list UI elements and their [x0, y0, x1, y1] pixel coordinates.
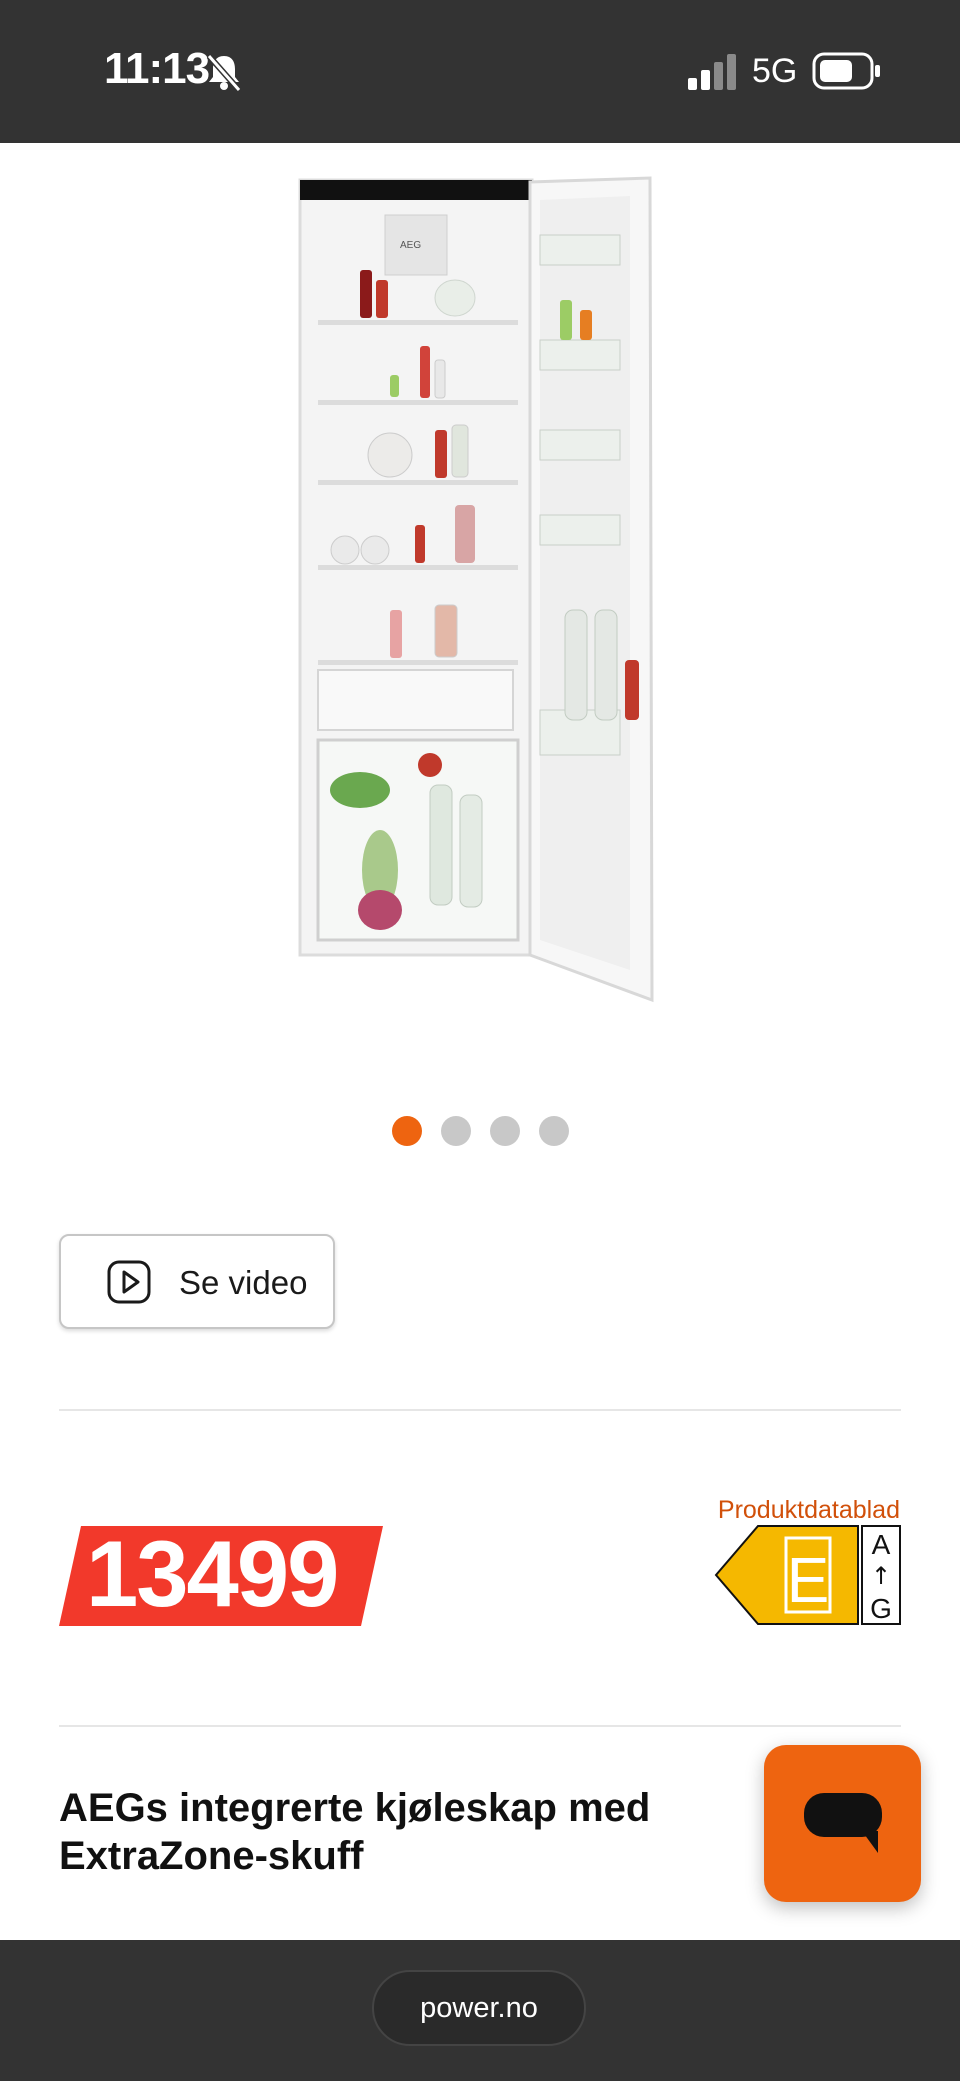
energy-range-top: A — [872, 1529, 891, 1560]
energy-range-bottom: G — [870, 1593, 892, 1624]
product-image[interactable]: AEG — [290, 170, 670, 1010]
play-icon — [107, 1260, 151, 1304]
chat-bubble-icon — [804, 1793, 882, 1853]
battery-icon — [812, 52, 880, 90]
product-title: AEGs integrerte kjøleskap med ExtraZone-… — [59, 1786, 651, 1878]
product-datasheet-link[interactable]: Produktdatablad — [718, 1496, 900, 1525]
bell-muted-icon — [206, 54, 242, 92]
energy-class-label[interactable]: E A ↑ G — [714, 1524, 902, 1626]
signal-icon — [688, 54, 736, 90]
status-time: 11:13 — [104, 44, 210, 93]
see-video-button[interactable]: Se video — [59, 1234, 335, 1329]
energy-range-arrow: ↑ — [871, 1562, 891, 1590]
carousel-dot-2[interactable] — [441, 1116, 471, 1146]
chat-button[interactable] — [764, 1745, 921, 1902]
price: 13499 — [86, 1521, 339, 1626]
network-label: 5G — [752, 52, 798, 90]
energy-class: E — [787, 1544, 830, 1616]
divider — [59, 1409, 901, 1411]
url-bar[interactable]: power.no — [372, 1970, 586, 2046]
carousel-dot-3[interactable] — [490, 1116, 520, 1146]
carousel-dots — [392, 1116, 569, 1146]
browser-bar: power.no — [0, 1940, 960, 2081]
carousel-dot-4[interactable] — [539, 1116, 569, 1146]
see-video-label: Se video — [179, 1264, 308, 1301]
svg-text:AEG: AEG — [400, 240, 421, 251]
divider — [59, 1725, 901, 1727]
carousel-dot-1[interactable] — [392, 1116, 422, 1146]
status-bar: 11:13 5G — [0, 0, 960, 143]
